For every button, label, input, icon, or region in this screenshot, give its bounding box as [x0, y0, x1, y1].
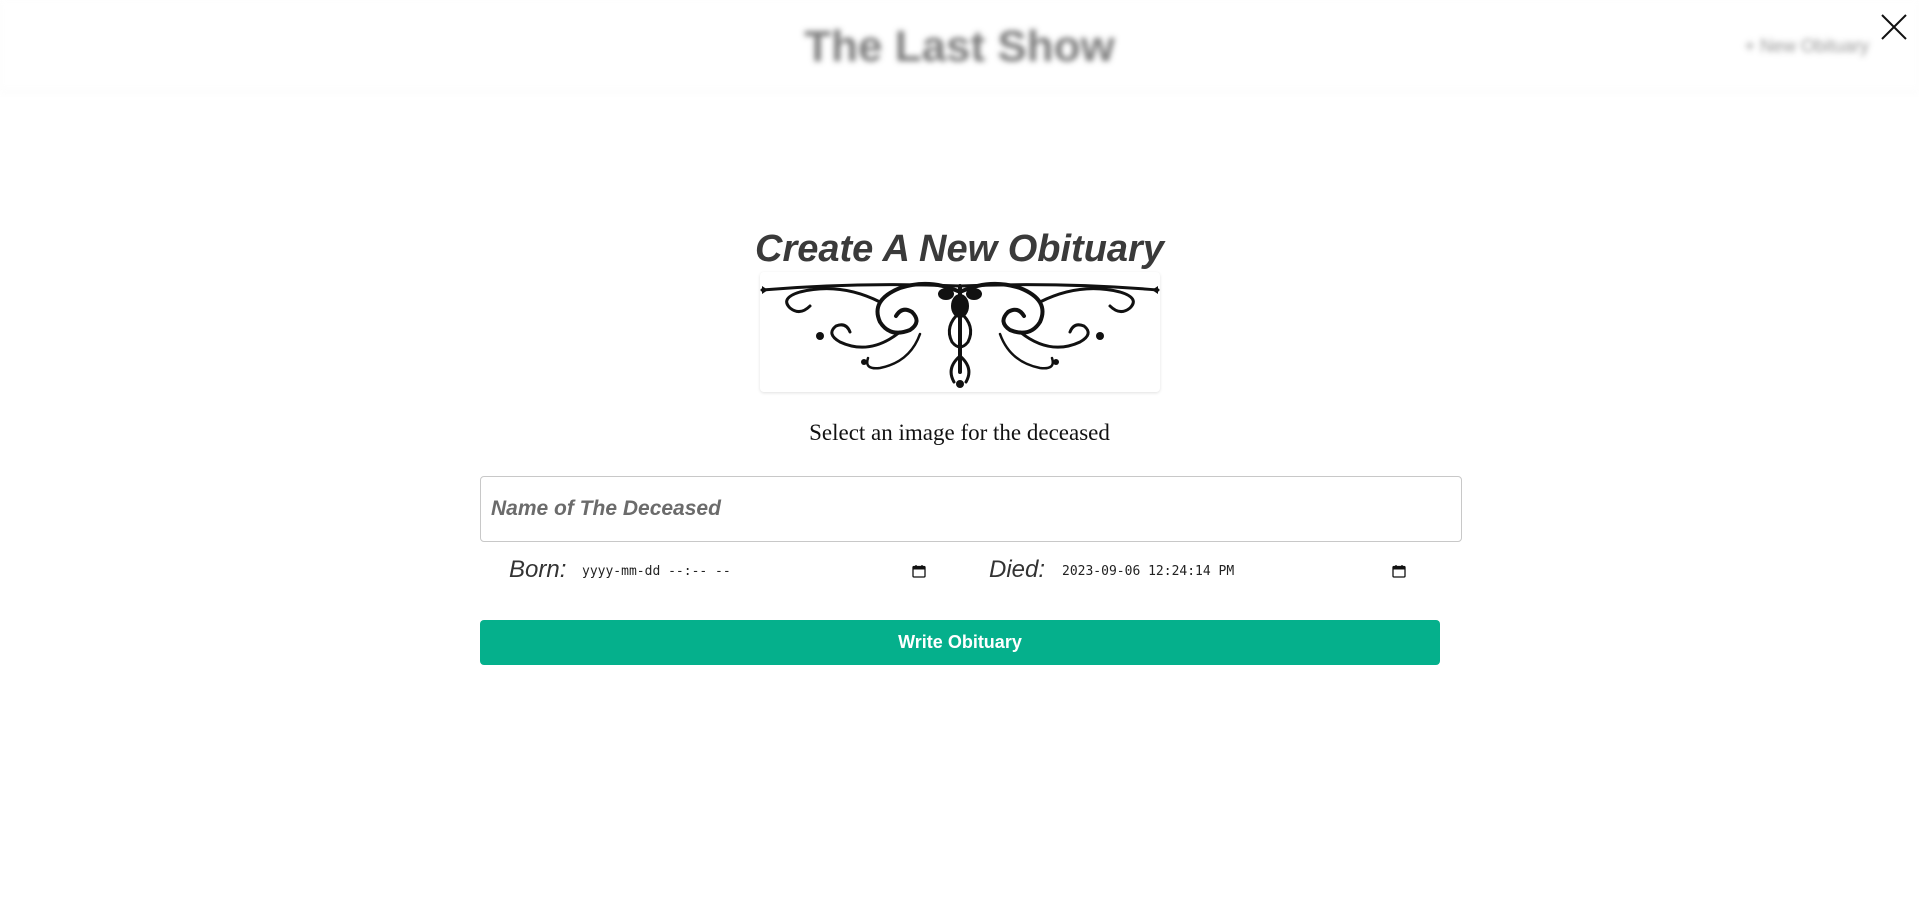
modal-title: Create A New Obituary	[755, 228, 1164, 270]
died-date-value: 2023-09-06 12:24:14 PM	[1062, 563, 1235, 579]
new-obituary-modal: Create A New Obituary Select an image fo…	[0, 0, 1919, 924]
deceased-name-input[interactable]	[480, 476, 1462, 542]
image-select-prompt: Select an image for the deceased	[809, 420, 1110, 445]
born-label: Born:	[509, 556, 567, 583]
write-obituary-button[interactable]: Write Obituary	[480, 620, 1440, 665]
died-label: Died:	[989, 556, 1046, 583]
calendar-icon[interactable]	[912, 564, 926, 578]
calendar-icon[interactable]	[1392, 564, 1406, 578]
ornamental-flourish-image	[760, 281, 1160, 388]
born-date-input[interactable]: yyyy-mm-dd --:-- --	[582, 560, 926, 582]
died-date-input[interactable]: 2023-09-06 12:24:14 PM	[1062, 560, 1406, 582]
born-date-value: yyyy-mm-dd --:-- --	[582, 563, 731, 579]
image-picker[interactable]	[760, 272, 1160, 392]
